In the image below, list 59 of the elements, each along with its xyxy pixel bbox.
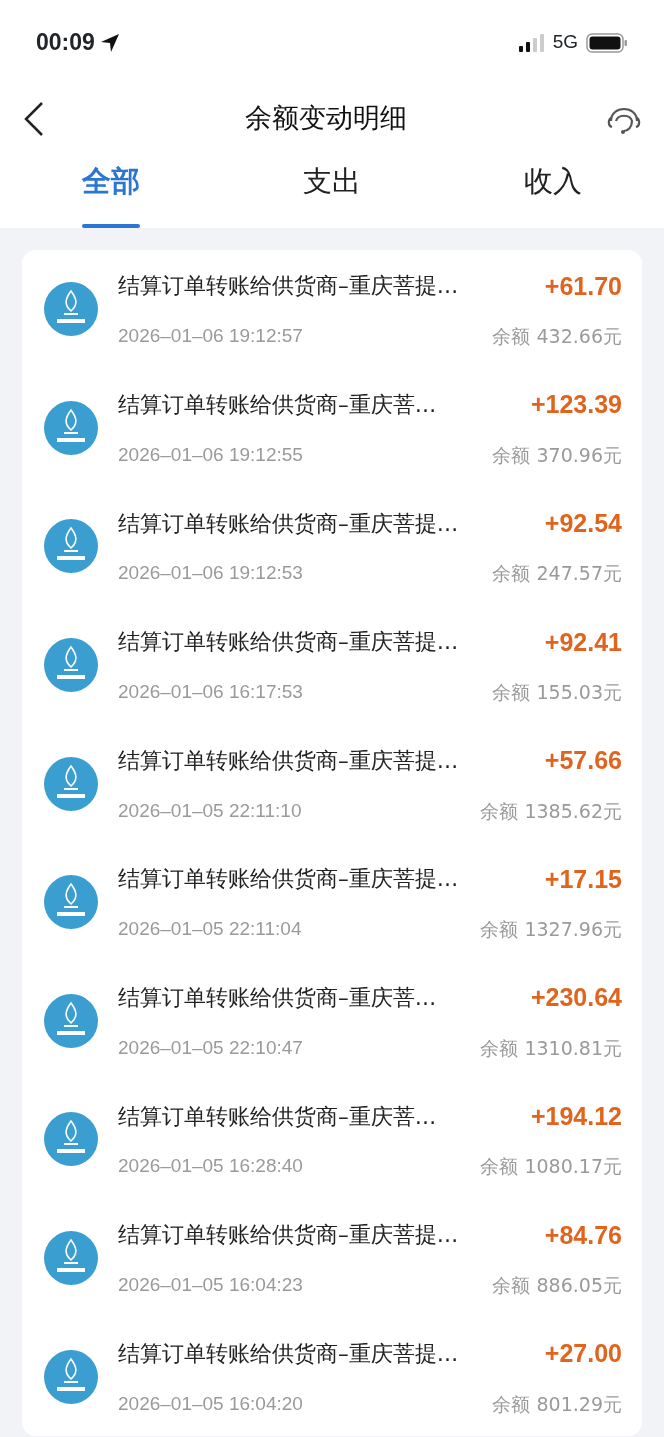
amount: +92.54 [544, 508, 622, 539]
amount: +230.64 [530, 982, 622, 1014]
balance: 余额 1080.17元 [480, 1154, 622, 1180]
tab[interactable]: 收入 [524, 152, 583, 228]
timestamp: 2026–01–05 16:04:20 [118, 1391, 303, 1416]
balance: 余额 886.05元 [492, 1273, 622, 1299]
amount: +57.66 [544, 745, 622, 777]
record-title: 结算订单转账给供货商–重庆菩提… [118, 509, 459, 538]
timestamp: 2026–01–06 16:17:53 [118, 680, 303, 705]
merchant-logo-icon [44, 400, 98, 455]
balance: 余额 155.03元 [492, 680, 622, 706]
record-title: 结算订单转账给供货商–重庆菩提… [118, 865, 459, 894]
balance: 余额 1327.96元 [480, 917, 622, 943]
merchant-logo-icon [44, 1112, 98, 1167]
tab[interactable]: 支出 [303, 152, 361, 228]
timestamp: 2026–01–05 22:10:47 [118, 1035, 303, 1060]
record-title: 结算订单转账给供货商–重庆菩… [118, 391, 437, 419]
merchant-logo-icon [44, 1349, 98, 1404]
timestamp: 2026–01–06 19:12:55 [118, 442, 303, 467]
balance: 余额 1310.81元 [480, 1035, 622, 1061]
amount: +194.12 [530, 1100, 622, 1132]
back-icon[interactable] [22, 100, 46, 137]
balance: 余额 1385.62元 [480, 798, 622, 824]
amount: +61.70 [544, 270, 622, 302]
record-title: 结算订单转账给供货商–重庆菩提… [118, 272, 459, 301]
page-title: 余额变动明细 [245, 101, 407, 136]
merchant-logo-icon [44, 756, 98, 811]
merchant-logo-icon [44, 519, 98, 574]
merchant-logo-icon [44, 282, 98, 337]
merchant-logo-icon [44, 993, 98, 1048]
record-title: 结算订单转账给供货商–重庆菩… [118, 1102, 437, 1131]
amount: +27.00 [544, 1338, 622, 1370]
balance: 余额 247.57元 [492, 561, 622, 587]
balance: 余额 370.96元 [492, 442, 622, 468]
timestamp: 2026–01–05 22:11:04 [118, 917, 302, 942]
merchant-logo-icon [44, 875, 98, 930]
record-title: 结算订单转账给供货商–重庆菩提… [118, 1339, 459, 1368]
timestamp: 2026–01–06 19:12:53 [118, 561, 303, 586]
network-label: 5G [552, 30, 578, 55]
record-title: 结算订单转账给供货商–重庆菩提… [118, 1221, 459, 1250]
record-title: 结算订单转账给供货商–重庆菩提… [118, 746, 459, 775]
timestamp: 2026–01–06 19:12:57 [118, 324, 303, 349]
timestamp: 2026–01–05 22:11:10 [118, 798, 302, 823]
amount: +92.41 [544, 626, 622, 658]
signal-icon [518, 33, 545, 52]
merchant-logo-icon [44, 1231, 98, 1286]
timestamp: 2026–01–05 16:28:40 [118, 1154, 303, 1179]
record-title: 结算订单转账给供货商–重庆菩… [118, 984, 437, 1012]
amount: +17.15 [544, 863, 622, 895]
record-title: 结算订单转账给供货商–重庆菩提… [118, 628, 459, 657]
status-time: 00:09 [36, 28, 95, 58]
amount: +84.76 [544, 1219, 622, 1251]
amount: +123.39 [530, 389, 622, 421]
timestamp: 2026–01–05 16:04:23 [118, 1273, 303, 1298]
merchant-logo-icon [44, 638, 98, 693]
battery-icon [586, 32, 628, 53]
tab[interactable]: 全部 [81, 152, 140, 228]
balance: 余额 432.66元 [492, 324, 622, 350]
balance: 余额 801.29元 [492, 1391, 622, 1417]
